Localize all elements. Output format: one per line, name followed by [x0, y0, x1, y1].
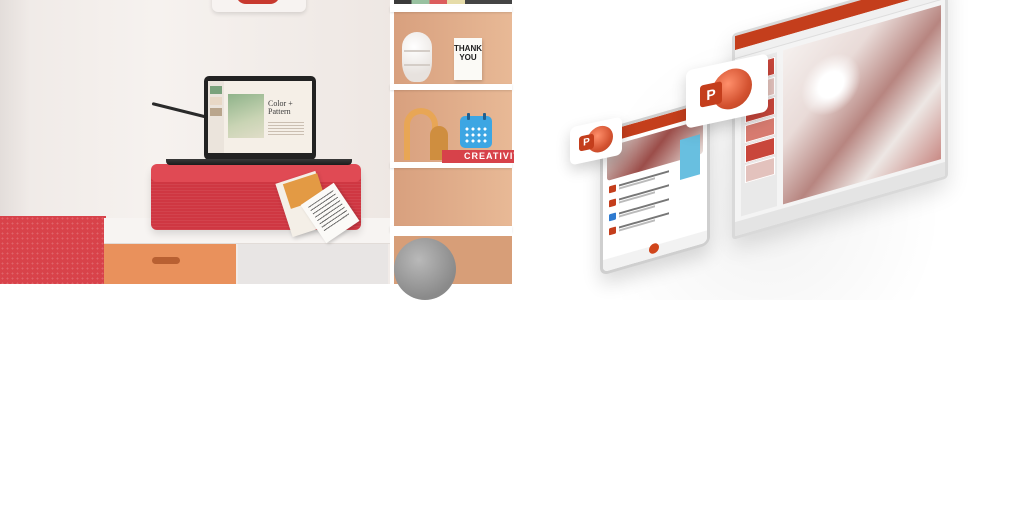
creativity-book: CREATIVITY [442, 150, 514, 163]
powerpoint-file-icon [609, 184, 616, 194]
powerpoint-icon-letter: P [700, 81, 722, 108]
slide-body-text [268, 122, 304, 136]
orange-drawer [104, 244, 236, 284]
shelf-board [390, 230, 512, 236]
phone-side-panel [680, 134, 700, 180]
calendar-ring [483, 113, 486, 120]
wall-decor-accent [236, 0, 280, 4]
calendar-ring [467, 113, 470, 120]
vase-ring [404, 50, 430, 52]
wall-shadow [0, 0, 30, 230]
white-drawer [238, 244, 388, 284]
slide-thumbnail [210, 97, 222, 105]
vase-ring [404, 64, 430, 66]
file-icon [609, 212, 616, 222]
slide-thumbnail [210, 108, 222, 116]
books-strip [394, 0, 512, 4]
shelf-board [390, 6, 512, 12]
shelf-board [390, 84, 512, 90]
thank-you-card-text: THANK YOU [454, 44, 482, 62]
slide-title: Color + Pattern [268, 99, 293, 116]
grey-cushion [394, 238, 456, 300]
red-ottoman [0, 216, 106, 284]
slide-thumbnail [210, 86, 222, 94]
ceramic-vase [402, 32, 432, 82]
red-round-box-lid [151, 164, 361, 182]
laptop-base [166, 159, 352, 165]
drawer-handle [152, 257, 180, 264]
powerpoint-file-icon [609, 198, 616, 208]
powerpoint-file-icon [609, 226, 616, 236]
shelf-bay [394, 168, 512, 226]
calendar-grid [464, 126, 488, 144]
slide-image [228, 94, 264, 138]
